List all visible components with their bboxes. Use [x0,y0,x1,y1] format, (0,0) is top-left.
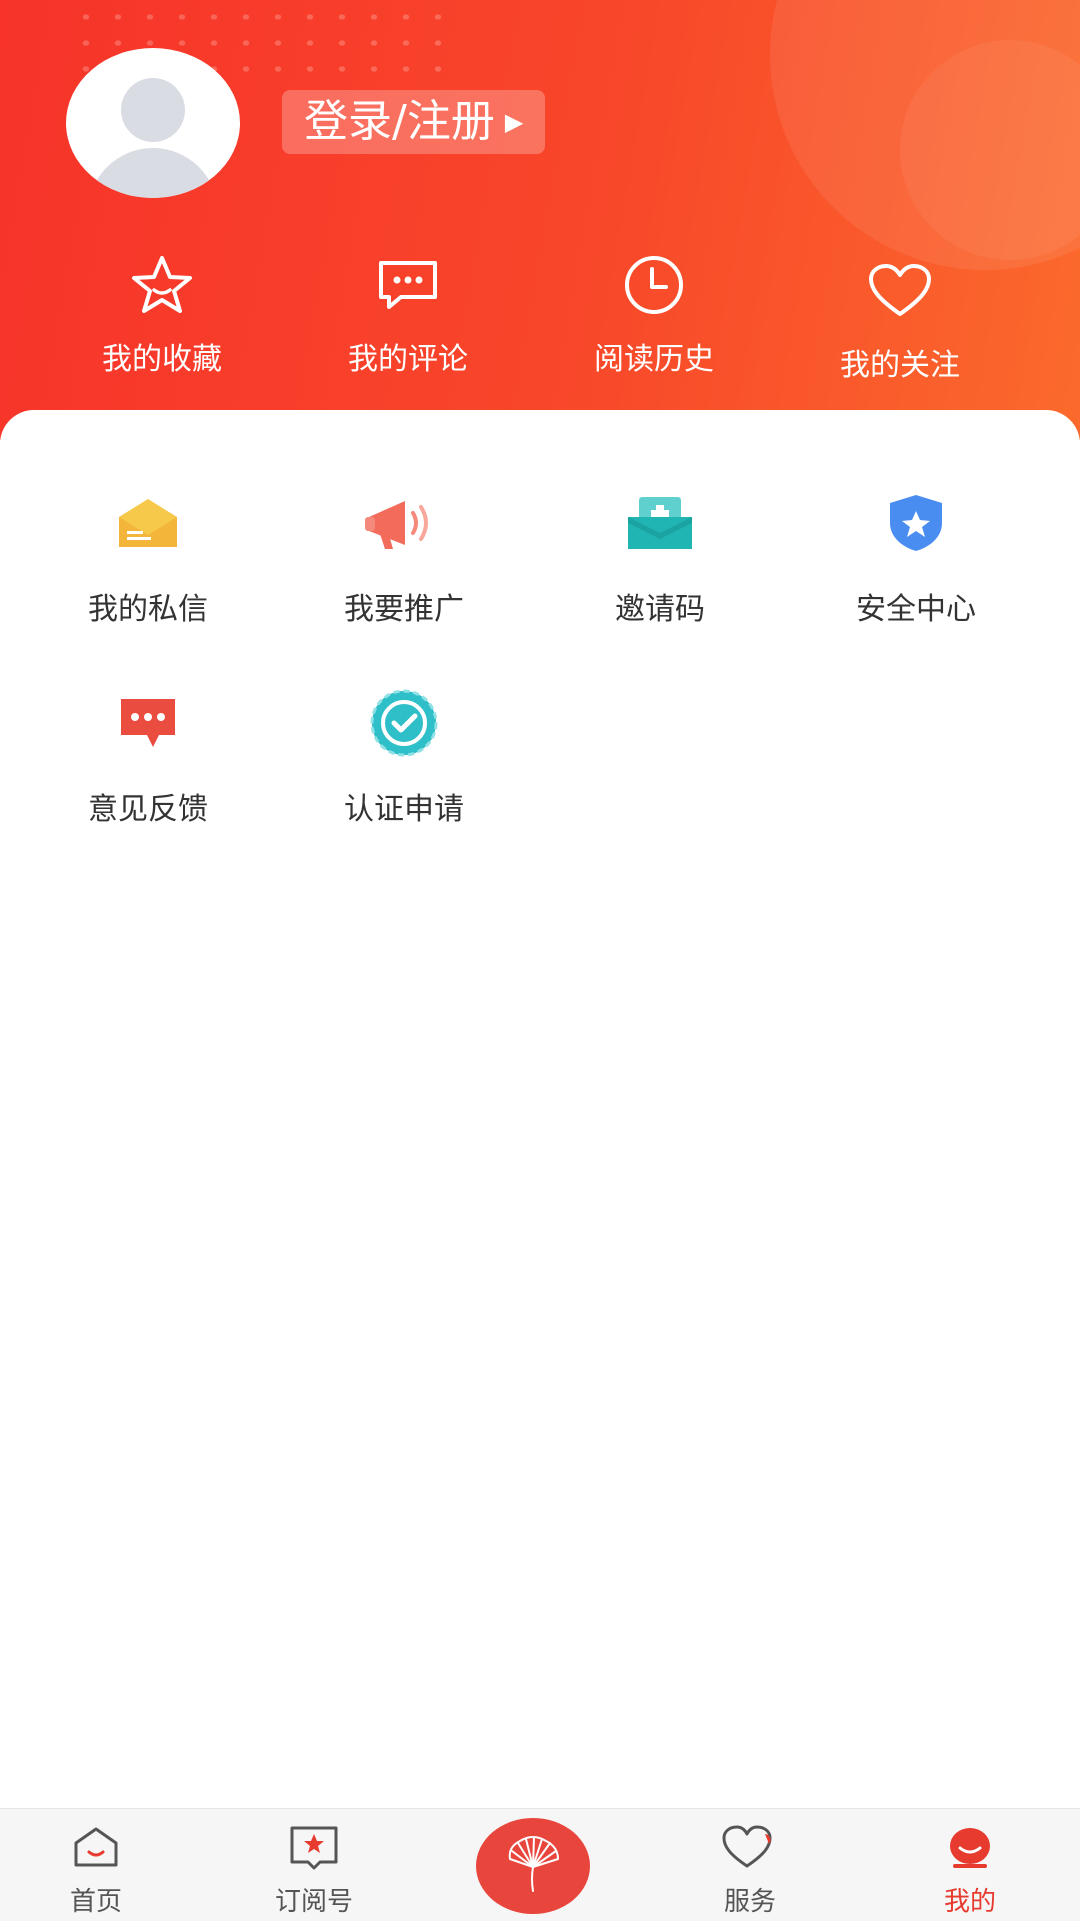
quick-link-comments[interactable]: 我的评论 [308,250,508,378]
tab-label: 首页 [69,1887,122,1917]
home-icon [16,1823,176,1871]
center-logo-button[interactable] [476,1818,590,1914]
grid-item-feedback[interactable]: 意见反馈 [38,688,258,828]
verified-badge-icon [294,688,514,758]
envelope-icon [38,488,258,558]
subscription-icon [234,1823,394,1871]
grid-item-invite-code[interactable]: 邀请码 [550,488,770,628]
tab-label: 我的 [943,1887,996,1917]
grid-item-promote[interactable]: 我要推广 [294,488,514,628]
login-register-button[interactable]: 登录/注册 ▶ [282,90,546,154]
heart-icon [800,256,1000,326]
fan-logo-icon [500,1831,566,1901]
avatar-head [121,78,185,142]
grid-item-verification[interactable]: 认证申请 [294,688,514,828]
megaphone-icon [294,488,514,558]
grid-item-label: 我要推广 [344,592,464,627]
avatar-body [88,148,218,198]
function-grid-card: 我的私信 我要推广 邀请码 安全中心 意见反馈 认证申请 [0,410,1080,1810]
quick-link-following[interactable]: 我的关注 [800,256,1000,384]
feedback-bubble-icon [38,688,258,758]
tab-service[interactable]: 服务 [670,1823,830,1918]
quick-link-history[interactable]: 阅读历史 [554,250,754,378]
profile-icon [890,1823,1050,1871]
tab-profile[interactable]: 我的 [890,1823,1050,1918]
service-heart-icon [670,1823,830,1871]
grid-item-messages[interactable]: 我的私信 [38,488,258,628]
tab-label: 服务 [723,1887,776,1917]
login-register-label: 登录/注册 [304,96,495,147]
grid-item-label: 安全中心 [856,592,976,627]
tab-label: 订阅号 [274,1887,353,1917]
grid-item-label: 认证申请 [344,792,464,827]
clock-icon [554,250,754,320]
grid-item-label: 我的私信 [88,592,208,627]
triangle-right-icon: ▶ [504,108,524,136]
grid-item-label: 意见反馈 [88,792,208,827]
tab-home[interactable]: 首页 [16,1823,176,1918]
quick-link-label: 我的关注 [840,348,960,383]
tab-subscriptions[interactable]: 订阅号 [234,1823,394,1918]
avatar[interactable] [66,48,240,198]
quick-link-label: 我的评论 [348,342,468,377]
grid-item-security[interactable]: 安全中心 [806,488,1026,628]
invite-box-icon [550,488,770,558]
quick-link-label: 我的收藏 [102,342,222,377]
star-icon [62,250,262,320]
comment-icon [308,250,508,320]
quick-link-favorites[interactable]: 我的收藏 [62,250,262,378]
profile-header: 登录/注册 ▶ 我的收藏 我的评论 阅读历史 我的关注 [0,0,1080,440]
quick-link-label: 阅读历史 [594,342,714,377]
shield-star-icon [806,488,1026,558]
grid-item-label: 邀请码 [615,592,705,627]
